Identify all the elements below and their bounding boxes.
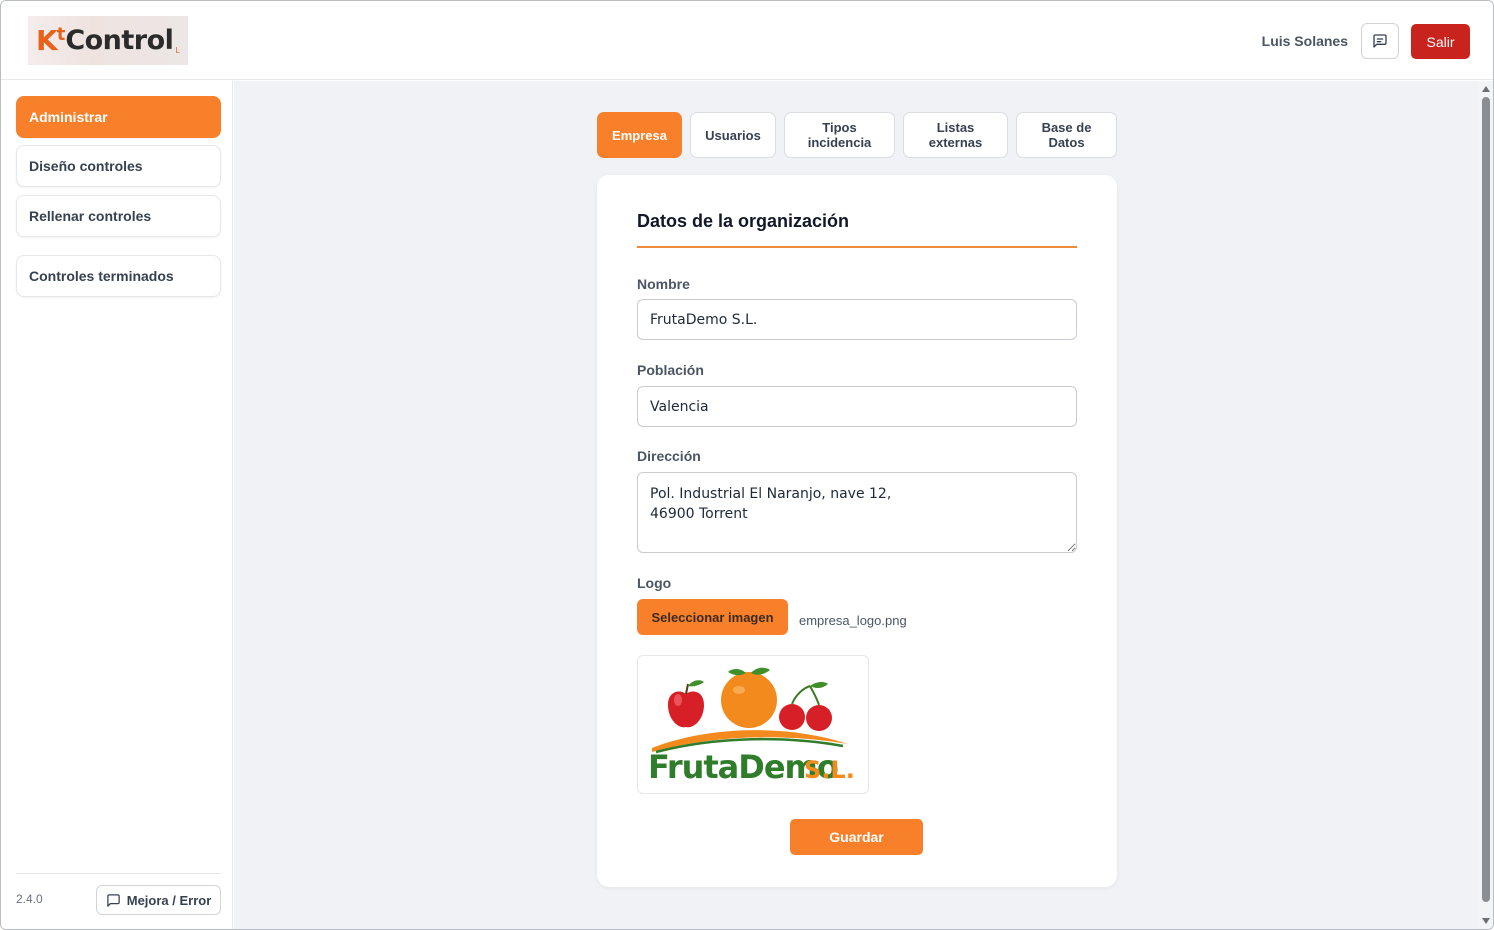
scroll-up-arrow-icon[interactable] (1482, 86, 1490, 92)
logo-subscript: L (175, 46, 180, 55)
sidebar-item-diseno-controles[interactable]: Diseño controles (16, 145, 221, 187)
messages-button[interactable] (1361, 23, 1399, 59)
organization-form-card: Datos de la organización Nombre Població… (597, 175, 1117, 887)
sidebar-item-controles-terminados[interactable]: Controles terminados (16, 255, 221, 297)
message-square-icon (106, 893, 120, 907)
scroll-thumb[interactable] (1482, 97, 1490, 902)
app-window: K t Control L Luis Solanes Salir Adminis… (0, 0, 1494, 930)
direccion-label: Dirección (637, 448, 701, 464)
poblacion-input[interactable] (637, 386, 1077, 427)
tab-empresa[interactable]: Empresa (597, 112, 682, 158)
logout-button[interactable]: Salir (1411, 24, 1470, 59)
sidebar-divider (16, 873, 221, 874)
direccion-textarea[interactable]: Pol. Industrial El Naranjo, nave 12, 469… (637, 472, 1077, 553)
sidebar-item-administrar[interactable]: Administrar (16, 96, 221, 138)
user-name: Luis Solanes (1261, 33, 1348, 49)
title-divider (637, 246, 1077, 248)
tab-usuarios[interactable]: Usuarios (690, 112, 776, 158)
nombre-input[interactable] (637, 299, 1077, 340)
feedback-button[interactable]: Mejora / Error (96, 885, 221, 915)
logo-wordmark: Control (65, 25, 174, 56)
poblacion-label: Población (637, 362, 704, 378)
logo-label: Logo (637, 575, 672, 591)
sidebar-item-rellenar-controles[interactable]: Rellenar controles (16, 195, 221, 237)
frutademo-logo-image: FrutaDemo S.L. (648, 667, 855, 786)
form-title: Datos de la organización (637, 211, 850, 231)
logo-preview-image: FrutaDemo S.L. (637, 655, 869, 794)
sidebar: Administrar Diseño controles Rellenar co… (1, 81, 233, 929)
main-content: Empresa Usuarios Tipos incidencia Listas… (234, 81, 1479, 929)
logo-text-suffix: S.L. (804, 756, 855, 784)
logo-letter-t: t (56, 24, 66, 45)
top-header: K t Control L Luis Solanes Salir (1, 1, 1493, 80)
selected-file-name: empresa_logo.png (799, 613, 907, 628)
select-image-button[interactable]: Seleccionar imagen (637, 599, 788, 635)
tab-tipos-incidencia[interactable]: Tipos incidencia (784, 112, 895, 158)
save-button[interactable]: Guardar (790, 819, 923, 855)
tab-base-de-datos[interactable]: Base de Datos (1016, 112, 1117, 158)
app-version: 2.4.0 (16, 892, 43, 906)
scroll-down-arrow-icon[interactable] (1482, 918, 1490, 924)
vertical-scrollbar[interactable] (1479, 81, 1493, 929)
app-logo[interactable]: K t Control L (28, 16, 188, 65)
tab-listas-externas[interactable]: Listas externas (903, 112, 1008, 158)
nombre-label: Nombre (637, 276, 690, 292)
message-square-icon (1373, 34, 1387, 48)
logo-letter-k: K (36, 24, 58, 57)
feedback-label: Mejora / Error (126, 892, 212, 908)
